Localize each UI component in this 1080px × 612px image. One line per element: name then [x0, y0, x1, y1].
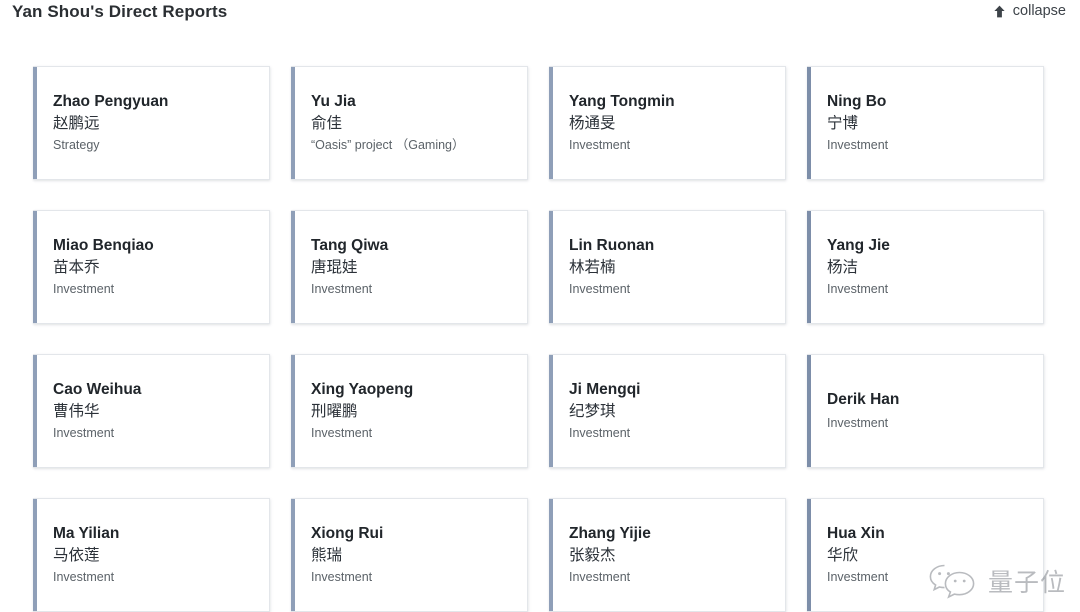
person-role: “Oasis” project （Gaming） — [311, 138, 465, 153]
person-card[interactable]: Lin Ruonan 林若楠 Investment — [549, 210, 786, 324]
person-card[interactable]: Ning Bo 宁博 Investment — [807, 66, 1044, 180]
person-card-body: Lin Ruonan 林若楠 Investment — [569, 236, 775, 297]
person-card-body: Derik Han Investment — [827, 390, 1033, 431]
direct-reports-grid: Zhao Pengyuan 赵鹏远 Strategy Yu Jia 俞佳 “Oa… — [33, 66, 1045, 612]
person-name-cn: 华欣 — [827, 546, 859, 564]
person-name-en: Cao Weihua — [53, 381, 142, 399]
person-name-cn: 俞佳 — [311, 114, 343, 132]
person-card[interactable]: Derik Han Investment — [807, 354, 1044, 468]
person-role: Investment — [827, 138, 889, 153]
person-card[interactable]: Ji Mengqi 纪梦琪 Investment — [549, 354, 786, 468]
person-name-cn: 林若楠 — [569, 258, 616, 276]
person-name-cn: 熊瑞 — [311, 546, 343, 564]
person-name-en: Xing Yaopeng — [311, 381, 414, 399]
person-name-cn: 宁博 — [827, 114, 859, 132]
person-name-en: Ji Mengqi — [569, 381, 641, 399]
person-role: Investment — [827, 570, 889, 585]
person-role: Investment — [569, 426, 631, 441]
person-name-en: Tang Qiwa — [311, 237, 389, 255]
person-card[interactable]: Xing Yaopeng 刑曜鹏 Investment — [291, 354, 528, 468]
person-card-body: Tang Qiwa 唐琨娃 Investment — [311, 236, 517, 297]
person-name-cn: 苗本乔 — [53, 258, 100, 276]
person-name-en: Zhang Yijie — [569, 525, 651, 543]
person-card[interactable]: Yang Tongmin 杨通旻 Investment — [549, 66, 786, 180]
person-card-body: Zhao Pengyuan 赵鹏远 Strategy — [53, 92, 259, 153]
person-card[interactable]: Xiong Rui 熊瑞 Investment — [291, 498, 528, 612]
collapse-label: collapse — [1012, 3, 1066, 19]
person-name-cn: 杨通旻 — [569, 114, 616, 132]
person-card-body: Yu Jia 俞佳 “Oasis” project （Gaming） — [311, 92, 517, 153]
person-role: Strategy — [53, 138, 100, 153]
person-card-body: Miao Benqiao 苗本乔 Investment — [53, 236, 259, 297]
person-card[interactable]: Zhao Pengyuan 赵鹏远 Strategy — [33, 66, 270, 180]
person-name-cn: 杨洁 — [827, 258, 859, 276]
person-name-cn: 纪梦琪 — [569, 402, 616, 420]
person-role: Investment — [53, 282, 115, 297]
person-role: Investment — [569, 138, 631, 153]
person-card-body: Ma Yilian 马依莲 Investment — [53, 524, 259, 585]
person-card[interactable]: Yang Jie 杨洁 Investment — [807, 210, 1044, 324]
person-name-cn: 马依莲 — [53, 546, 100, 564]
person-name-en: Miao Benqiao — [53, 237, 154, 255]
person-name-cn: 刑曜鹏 — [311, 402, 358, 420]
person-name-en: Yang Tongmin — [569, 93, 675, 111]
person-card-body: Ning Bo 宁博 Investment — [827, 92, 1033, 153]
person-role: Investment — [827, 415, 889, 430]
person-card-body: Yang Tongmin 杨通旻 Investment — [569, 92, 775, 153]
person-role: Investment — [311, 282, 373, 297]
page-title: Yan Shou's Direct Reports — [12, 2, 228, 21]
person-role: Investment — [569, 282, 631, 297]
person-card[interactable]: Zhang Yijie 张毅杰 Investment — [549, 498, 786, 612]
person-role: Investment — [53, 426, 115, 441]
arrow-up-icon — [993, 4, 1006, 19]
person-name-en: Lin Ruonan — [569, 237, 655, 255]
person-name-cn: 曹伟华 — [53, 402, 100, 420]
person-card-body: Cao Weihua 曹伟华 Investment — [53, 380, 259, 441]
person-name-cn: 唐琨娃 — [311, 258, 358, 276]
person-name-en: Ma Yilian — [53, 525, 120, 543]
page-header: Yan Shou's Direct Reports collapse — [0, 0, 1080, 32]
person-card[interactable]: Tang Qiwa 唐琨娃 Investment — [291, 210, 528, 324]
person-card[interactable]: Hua Xin 华欣 Investment — [807, 498, 1044, 612]
person-card-body: Xing Yaopeng 刑曜鹏 Investment — [311, 380, 517, 441]
person-role: Investment — [311, 426, 373, 441]
person-name-en: Hua Xin — [827, 525, 885, 543]
person-card[interactable]: Cao Weihua 曹伟华 Investment — [33, 354, 270, 468]
collapse-button[interactable]: collapse — [993, 3, 1066, 19]
person-card[interactable]: Miao Benqiao 苗本乔 Investment — [33, 210, 270, 324]
person-card[interactable]: Ma Yilian 马依莲 Investment — [33, 498, 270, 612]
person-card-body: Hua Xin 华欣 Investment — [827, 524, 1033, 585]
person-role: Investment — [569, 570, 631, 585]
person-role: Investment — [311, 570, 373, 585]
person-name-en: Xiong Rui — [311, 525, 384, 543]
person-card-body: Xiong Rui 熊瑞 Investment — [311, 524, 517, 585]
person-name-en: Yu Jia — [311, 93, 356, 111]
person-name-cn: 赵鹏远 — [53, 114, 100, 132]
person-name-en: Yang Jie — [827, 237, 890, 255]
person-card-body: Yang Jie 杨洁 Investment — [827, 236, 1033, 297]
person-name-en: Derik Han — [827, 391, 900, 409]
person-role: Investment — [827, 282, 889, 297]
person-card[interactable]: Yu Jia 俞佳 “Oasis” project （Gaming） — [291, 66, 528, 180]
person-name-en: Zhao Pengyuan — [53, 93, 169, 111]
person-name-en: Ning Bo — [827, 93, 887, 111]
person-role: Investment — [53, 570, 115, 585]
person-name-cn: 张毅杰 — [569, 546, 616, 564]
person-card-body: Zhang Yijie 张毅杰 Investment — [569, 524, 775, 585]
person-card-body: Ji Mengqi 纪梦琪 Investment — [569, 380, 775, 441]
